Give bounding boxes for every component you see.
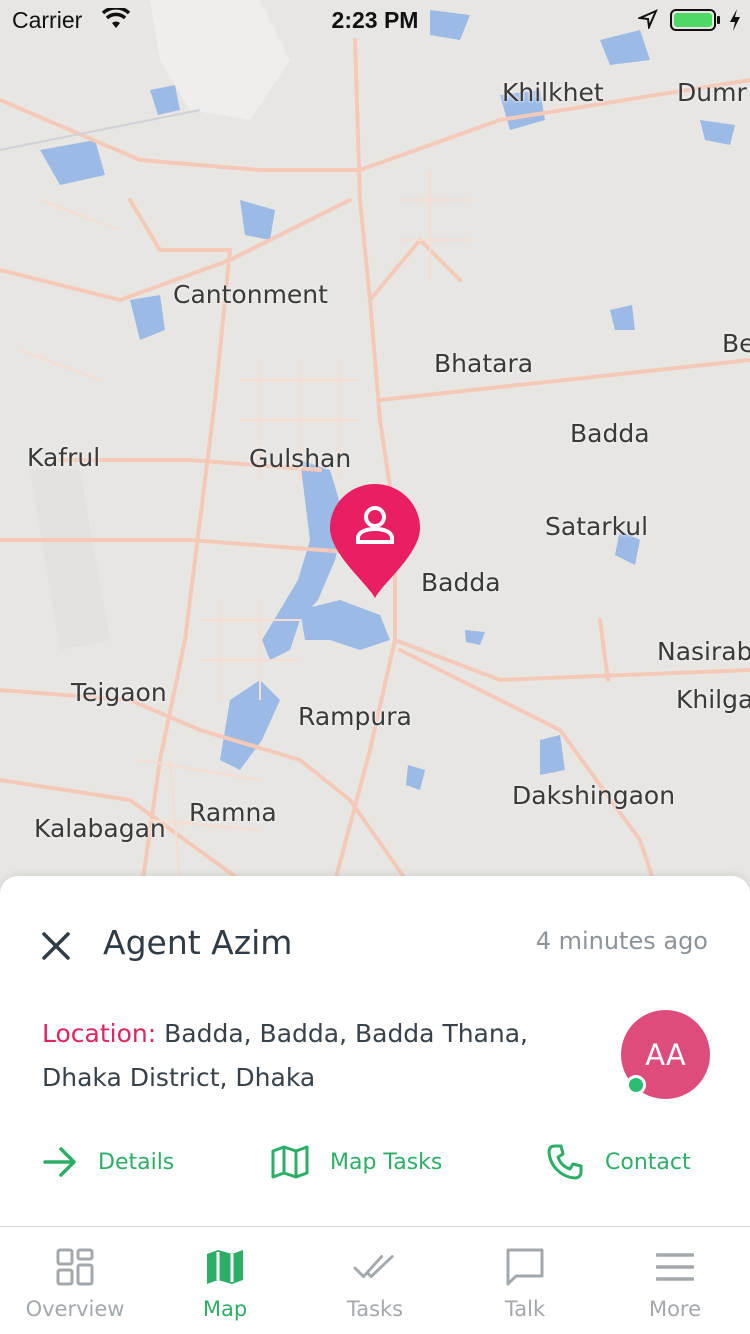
last-updated-time: 4 minutes ago — [535, 927, 708, 955]
details-label: Details — [98, 1149, 175, 1175]
map-label: Ramna — [189, 798, 277, 827]
map-tiles — [0, 0, 750, 900]
details-button[interactable]: Details — [40, 1140, 174, 1184]
tab-label: Overview — [25, 1297, 125, 1321]
arrow-right-icon — [40, 1142, 80, 1182]
map-view[interactable]: Khilkhet Dumr Cantonment Bhatara Be Badd… — [0, 0, 750, 900]
map-label: Dakshingaon — [512, 781, 676, 810]
chat-icon — [503, 1245, 547, 1289]
tab-label: Map — [202, 1297, 248, 1321]
map-label: Satarkul — [545, 512, 649, 541]
map-label: Khilkhet — [502, 78, 604, 107]
map-tasks-label: Map Tasks — [330, 1149, 443, 1175]
map-label: Dumr — [677, 78, 747, 107]
close-icon — [42, 932, 70, 960]
tab-label: Talk — [504, 1297, 546, 1321]
map-label: Tejgaon — [71, 678, 167, 707]
tab-more[interactable]: More — [600, 1227, 750, 1334]
phone-icon — [545, 1142, 585, 1182]
location-arrow-icon — [636, 9, 658, 34]
map-label: Badda — [570, 419, 650, 448]
map-label: Nasirab — [657, 637, 750, 666]
map-label: Kalabagan — [34, 814, 166, 843]
map-label: Cantonment — [173, 280, 328, 309]
map-label: Be — [722, 329, 750, 358]
agent-name: Agent Azim — [103, 923, 293, 962]
tab-tasks[interactable]: Tasks — [300, 1227, 450, 1334]
double-check-icon — [353, 1245, 397, 1289]
map-label: Badda — [421, 568, 501, 597]
map-label: Kafrul — [27, 443, 101, 472]
map-label: Khilga — [676, 685, 750, 714]
map-icon — [270, 1142, 310, 1182]
tab-overview[interactable]: Overview — [0, 1227, 150, 1334]
tab-label: More — [648, 1297, 702, 1321]
tab-map[interactable]: Map — [150, 1227, 300, 1334]
tab-bar: Overview Map Tasks Talk More — [0, 1226, 750, 1334]
close-button[interactable] — [36, 926, 76, 966]
tab-label: Tasks — [346, 1297, 404, 1321]
location-label: Location: — [42, 1019, 157, 1048]
grid-icon — [53, 1245, 97, 1289]
agent-map-marker[interactable] — [330, 484, 420, 600]
status-bar: Carrier 2:23 PM — [0, 0, 750, 40]
map-label: Bhatara — [434, 349, 534, 378]
online-status-dot — [626, 1075, 646, 1095]
contact-button[interactable]: Contact — [545, 1140, 691, 1184]
screen: Khilkhet Dumr Cantonment Bhatara Be Badd… — [0, 0, 750, 1334]
map-tasks-button[interactable]: Map Tasks — [270, 1140, 442, 1184]
battery-icon — [670, 8, 722, 37]
map-icon — [203, 1245, 247, 1289]
agent-location: Location: Badda, Badda, Badda Thana, Dha… — [42, 1012, 602, 1100]
charging-icon — [728, 8, 742, 37]
map-label: Rampura — [298, 702, 412, 731]
map-label: Gulshan — [249, 444, 352, 473]
tab-talk[interactable]: Talk — [450, 1227, 600, 1334]
menu-icon — [653, 1245, 697, 1289]
contact-label: Contact — [605, 1149, 691, 1175]
